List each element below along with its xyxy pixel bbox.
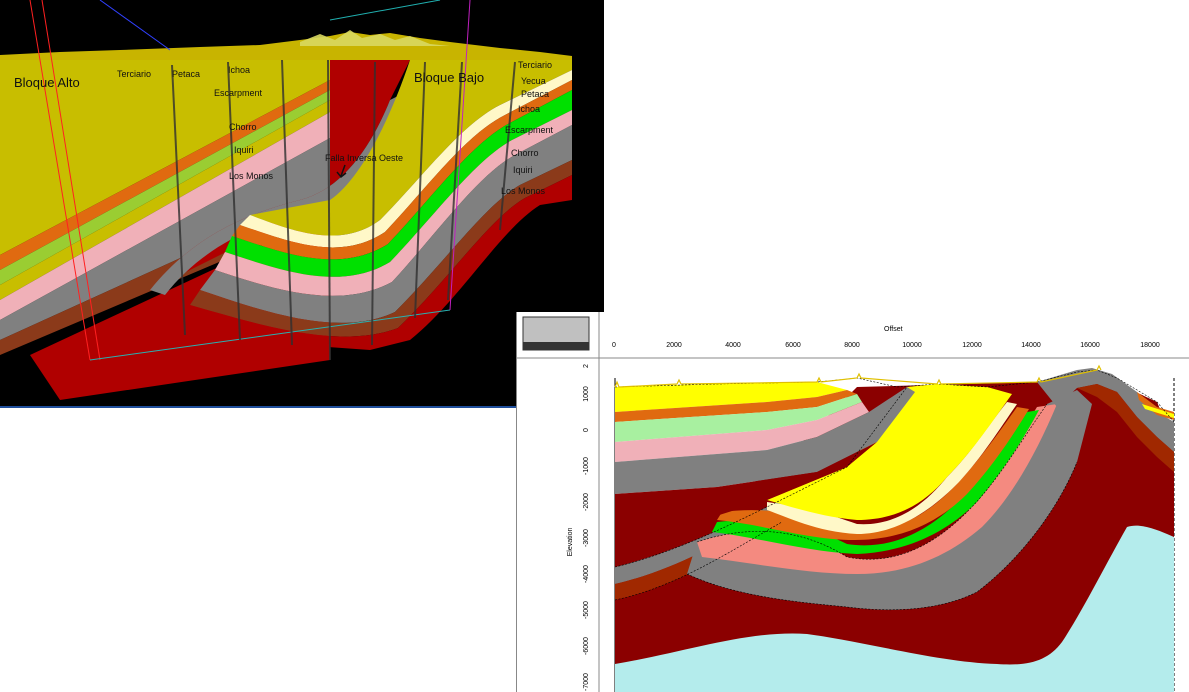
x-tick: 2000	[666, 342, 682, 349]
unit-label: Iquiri	[513, 165, 533, 175]
label-falla: Falla Inversa Oeste	[325, 153, 403, 163]
x-tick: 0	[612, 342, 616, 349]
x-tick: 14000	[1021, 342, 1041, 349]
cross-section-panel[interactable]: Offset 0 2000 4000 6000 8000 10000 12000…	[516, 312, 1189, 692]
legend-swatch	[522, 316, 590, 351]
unit-label: Ichoa	[518, 104, 540, 114]
y-axis-title: Elevation	[567, 527, 574, 556]
x-tick: 6000	[785, 342, 801, 349]
unit-label: Terciario	[117, 69, 151, 79]
unit-label: Yecua	[521, 76, 546, 86]
unit-label: Petaca	[521, 89, 549, 99]
y-axis-ticks: 2 1000 0 -1000 -2000 -3000 -4000 -5000 -…	[583, 364, 590, 691]
y-tick: -7000	[583, 673, 590, 691]
unit-label: Los Monos	[229, 171, 274, 181]
topography-surface	[0, 32, 572, 60]
topography-highlights	[300, 30, 450, 46]
unit-label: Escarpment	[505, 125, 554, 135]
unit-label: Los Monos	[501, 186, 546, 196]
y-tick: 0	[583, 428, 590, 432]
label-bloque-bajo: Bloque Bajo	[414, 70, 484, 85]
x-tick: 4000	[725, 342, 741, 349]
y-tick: 2	[583, 364, 590, 368]
unit-label: Terciario	[518, 60, 552, 70]
header-band	[517, 312, 1189, 358]
unit-label: Ichoa	[228, 65, 250, 75]
unit-label: Petaca	[172, 69, 200, 79]
unit-label: Iquiri	[234, 145, 254, 155]
cross-section-strata	[615, 368, 1174, 692]
cross-section-canvas: Offset 0 2000 4000 6000 8000 10000 12000…	[517, 312, 1189, 692]
x-axis-title: Offset	[884, 326, 903, 333]
unit-label: Chorro	[511, 148, 539, 158]
x-tick: 18000	[1140, 342, 1160, 349]
y-tick: -3000	[583, 529, 590, 547]
y-tick: 1000	[583, 386, 590, 402]
y-tick: -4000	[583, 565, 590, 583]
y-tick: -2000	[583, 493, 590, 511]
block-diagram-canvas: Bloque Alto Bloque Bajo Falla Inversa Oe…	[0, 0, 572, 400]
x-tick: 10000	[902, 342, 922, 349]
unit-label: Chorro	[229, 122, 257, 132]
x-tick: 8000	[844, 342, 860, 349]
unit-label: Escarpment	[214, 88, 263, 98]
view3d-frame-edge	[0, 406, 516, 408]
block-diagram-3d[interactable]: Bloque Alto Bloque Bajo Falla Inversa Oe…	[0, 0, 604, 408]
y-tick: -6000	[583, 637, 590, 655]
x-tick: 16000	[1080, 342, 1100, 349]
label-bloque-alto: Bloque Alto	[14, 75, 80, 90]
y-tick: -1000	[583, 457, 590, 475]
x-tick: 12000	[962, 342, 982, 349]
y-tick: -5000	[583, 601, 590, 619]
